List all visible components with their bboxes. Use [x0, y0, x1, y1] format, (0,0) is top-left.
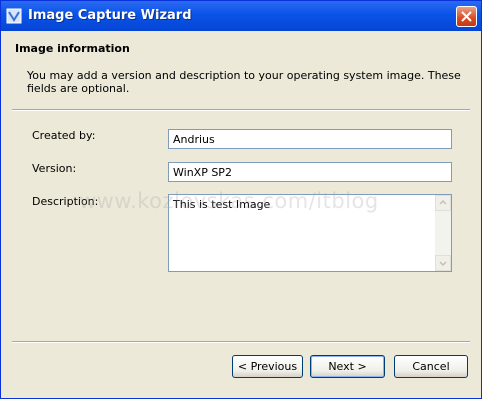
next-button[interactable]: Next > — [310, 355, 385, 378]
page-title: Image information — [15, 42, 130, 55]
watermark: www.kozlovskas.com/itblog — [79, 189, 379, 213]
close-icon — [461, 11, 472, 22]
scroll-up-button[interactable] — [435, 195, 451, 211]
footer-divider — [12, 341, 470, 343]
close-button[interactable] — [456, 6, 477, 27]
wizard-header: Image information You may add a version … — [2, 31, 481, 109]
window-title: Image Capture Wizard — [28, 8, 192, 23]
page-description: You may add a version and description to… — [27, 69, 461, 95]
wizard-icon — [6, 8, 22, 24]
header-divider — [12, 109, 470, 111]
cancel-button[interactable]: Cancel — [394, 355, 468, 378]
title-bar[interactable]: Image Capture Wizard — [1, 1, 481, 31]
image-capture-wizard-window: Image Capture Wizard Image information Y… — [0, 0, 482, 399]
version-label: Version: — [32, 162, 77, 175]
version-field[interactable] — [168, 162, 452, 182]
chevron-down-icon — [439, 261, 447, 267]
description-scrollbar[interactable] — [435, 195, 451, 271]
created-by-label: Created by: — [32, 129, 96, 142]
chevron-up-icon — [439, 199, 447, 205]
created-by-field[interactable] — [168, 129, 452, 149]
version-input[interactable] — [173, 164, 443, 180]
scroll-down-button[interactable] — [435, 255, 451, 271]
previous-button[interactable]: < Previous — [232, 355, 303, 378]
created-by-input[interactable] — [173, 131, 443, 147]
